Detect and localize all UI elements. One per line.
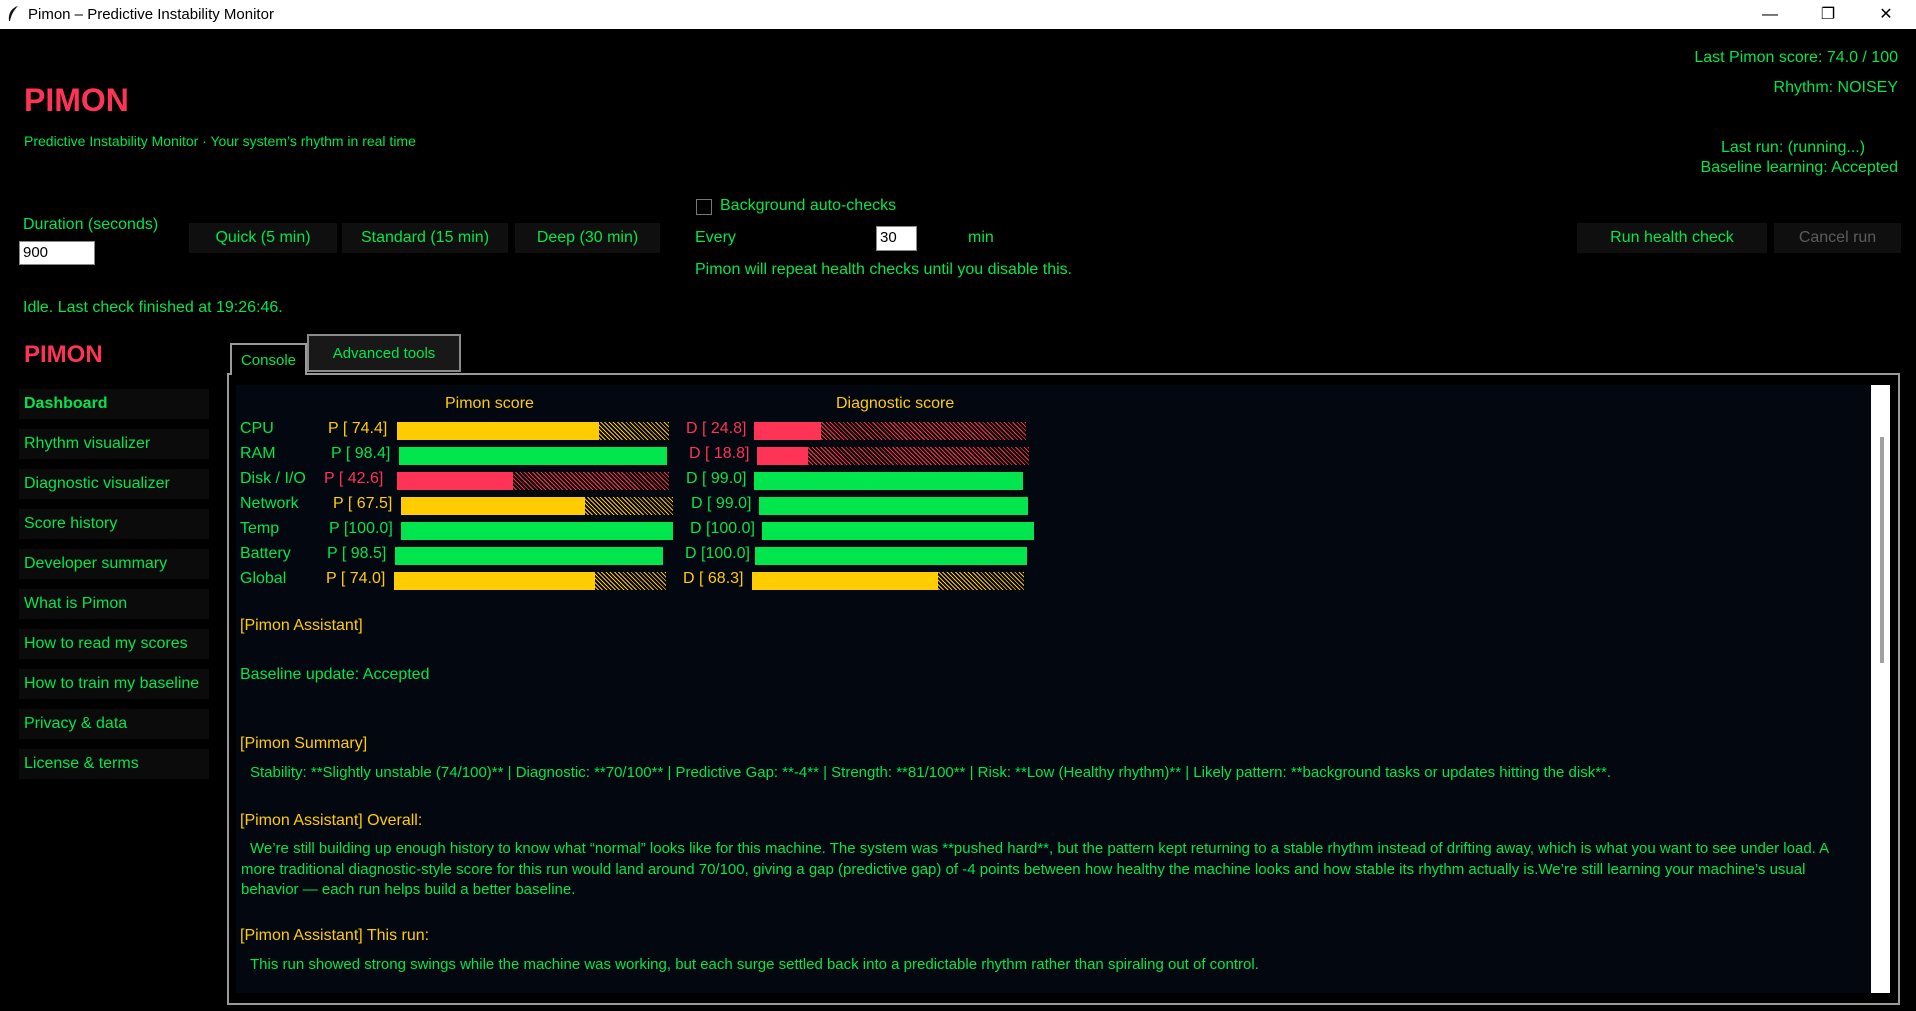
pimon-score-label: P [ 74.0] xyxy=(326,570,386,587)
run-health-check-button[interactable]: Run health check xyxy=(1577,223,1767,253)
pimon-score-label: P [100.0] xyxy=(329,520,393,537)
quick-button[interactable]: Quick (5 min) xyxy=(189,223,337,253)
window-title: Pimon – Predictive Instability Monitor xyxy=(28,6,274,23)
pimon-score-bar xyxy=(399,447,671,465)
pimon-score-fill xyxy=(401,497,585,515)
diagnostic-score-label: D [ 99.0] xyxy=(686,470,747,487)
diagnostic-score-fill xyxy=(754,422,822,440)
pimon-score-fill xyxy=(397,472,513,490)
standard-button[interactable]: Standard (15 min) xyxy=(342,223,508,253)
pimon-score-bar xyxy=(397,422,669,440)
metric-name-cpu: CPU xyxy=(240,420,274,437)
pimon-score-fill xyxy=(397,422,600,440)
last-score-label: Last Pimon score: 74.0 / 100 xyxy=(1694,49,1898,66)
metric-name-global: Global xyxy=(240,570,287,587)
pimon-score-label: P [ 67.5] xyxy=(333,495,393,512)
diagnostic-score-label: D [100.0] xyxy=(690,520,755,537)
diagnostic-score-bar xyxy=(762,522,1034,540)
deep-button[interactable]: Deep (30 min) xyxy=(515,223,660,253)
app-subtitle: Predictive Instability Monitor · Your sy… xyxy=(24,133,416,149)
duration-label: Duration (seconds) xyxy=(23,216,159,233)
sidebar-item-how-to-read-my-scores[interactable]: How to read my scores xyxy=(19,629,209,659)
tab-advanced-tools[interactable]: Advanced tools xyxy=(307,334,461,372)
pimon-score-fill xyxy=(394,572,596,590)
metric-name-network: Network xyxy=(240,495,299,512)
diagnostic-score-label: D [ 18.8] xyxy=(689,445,750,462)
metric-name-ram: RAM xyxy=(240,445,276,462)
close-button[interactable]: ✕ xyxy=(1857,0,1915,29)
pimon-score-bar xyxy=(394,572,666,590)
diagnostic-score-fill xyxy=(762,522,1034,540)
interval-input[interactable]: 30 xyxy=(876,226,917,251)
summary-text: Stability: **Slightly unstable (74/100)*… xyxy=(250,764,1612,781)
diagnostic-score-bar xyxy=(754,472,1026,490)
sidebar-item-rhythm-visualizer[interactable]: Rhythm visualizer xyxy=(19,429,209,459)
restore-button[interactable]: ❐ xyxy=(1799,0,1857,29)
auto-checks-label: Background auto-checks xyxy=(720,197,897,214)
sidebar-item-dashboard[interactable]: Dashboard xyxy=(19,389,209,419)
diagnostic-score-header: Diagnostic score xyxy=(836,395,955,412)
overall-header: [Pimon Assistant] Overall: xyxy=(240,812,423,829)
window-title-bar: Pimon – Predictive Instability Monitor —… xyxy=(0,0,1916,29)
pimon-score-header: Pimon score xyxy=(445,395,534,412)
sidebar-logo: PIMON xyxy=(24,341,103,368)
feather-icon xyxy=(8,6,18,21)
sidebar-item-developer-summary[interactable]: Developer summary xyxy=(19,549,209,579)
duration-input[interactable]: 900 xyxy=(19,241,95,265)
diagnostic-score-label: D [100.0] xyxy=(685,545,750,562)
last-run-label: Last run: (running...) xyxy=(1721,139,1866,156)
rhythm-label: Rhythm: NOISEY xyxy=(1773,79,1898,96)
pimon-score-label: P [ 98.5] xyxy=(327,545,387,562)
sidebar-item-license-terms[interactable]: License & terms xyxy=(19,749,209,779)
this-run-header: [Pimon Assistant] This run: xyxy=(240,927,430,944)
sidebar-item-diagnostic-visualizer[interactable]: Diagnostic visualizer xyxy=(19,469,209,499)
diagnostic-score-label: D [ 99.0] xyxy=(691,495,752,512)
pimon-score-bar xyxy=(395,547,667,565)
baseline-label: Baseline learning: Accepted xyxy=(1700,159,1898,176)
assistant-header: [Pimon Assistant] xyxy=(240,617,363,634)
app-logo: PIMON xyxy=(24,82,129,118)
baseline-update-text: Baseline update: Accepted xyxy=(240,666,430,683)
sidebar-item-what-is-pimon[interactable]: What is Pimon xyxy=(19,589,209,619)
pimon-score-bar xyxy=(401,522,673,540)
auto-note: Pimon will repeat health checks until yo… xyxy=(695,261,1073,278)
diagnostic-score-label: D [ 68.3] xyxy=(683,570,744,587)
console-scroll-thumb[interactable] xyxy=(1880,437,1884,663)
pimon-score-bar xyxy=(397,472,669,490)
pimon-score-label: P [ 42.6] xyxy=(324,470,384,487)
minimize-button[interactable]: — xyxy=(1741,0,1799,29)
sidebar-item-how-to-train-my-baseline[interactable]: How to train my baseline xyxy=(19,669,209,699)
diagnostic-score-bar xyxy=(754,422,1026,440)
this-run-text: This run showed strong swings while the … xyxy=(250,956,1259,973)
auto-checks-checkbox[interactable] xyxy=(696,199,712,215)
diagnostic-score-bar xyxy=(752,572,1024,590)
diagnostic-score-fill xyxy=(754,472,1024,490)
cancel-run-button[interactable]: Cancel run xyxy=(1774,223,1901,253)
diagnostic-score-fill xyxy=(752,572,938,590)
pimon-score-fill xyxy=(395,547,663,565)
pimon-score-fill xyxy=(399,447,667,465)
pimon-score-label: P [ 98.4] xyxy=(331,445,391,462)
diagnostic-score-fill xyxy=(755,547,1027,565)
min-label: min xyxy=(968,229,994,246)
diagnostic-score-bar xyxy=(759,497,1031,515)
diagnostic-score-bar xyxy=(755,547,1027,565)
diagnostic-score-fill xyxy=(757,447,809,465)
tab-console[interactable]: Console xyxy=(230,343,307,375)
pimon-score-bar xyxy=(401,497,673,515)
pimon-score-fill xyxy=(401,522,673,540)
sidebar-item-score-history[interactable]: Score history xyxy=(19,509,209,539)
every-label: Every xyxy=(695,229,736,246)
summary-header: [Pimon Summary] xyxy=(240,735,368,752)
pimon-score-label: P [ 74.4] xyxy=(328,420,388,437)
diagnostic-score-bar xyxy=(757,447,1029,465)
diagnostic-score-label: D [ 24.8] xyxy=(686,420,747,437)
metric-name-battery: Battery xyxy=(240,545,291,562)
metric-name-disk-i-o: Disk / I/O xyxy=(240,470,306,487)
overall-text: We’re still building up enough history t… xyxy=(241,840,1829,898)
sidebar-item-privacy-data[interactable]: Privacy & data xyxy=(19,709,209,739)
metric-name-temp: Temp xyxy=(240,520,280,537)
diagnostic-score-fill xyxy=(759,497,1029,515)
status-text: Idle. Last check finished at 19:26:46. xyxy=(23,299,283,316)
